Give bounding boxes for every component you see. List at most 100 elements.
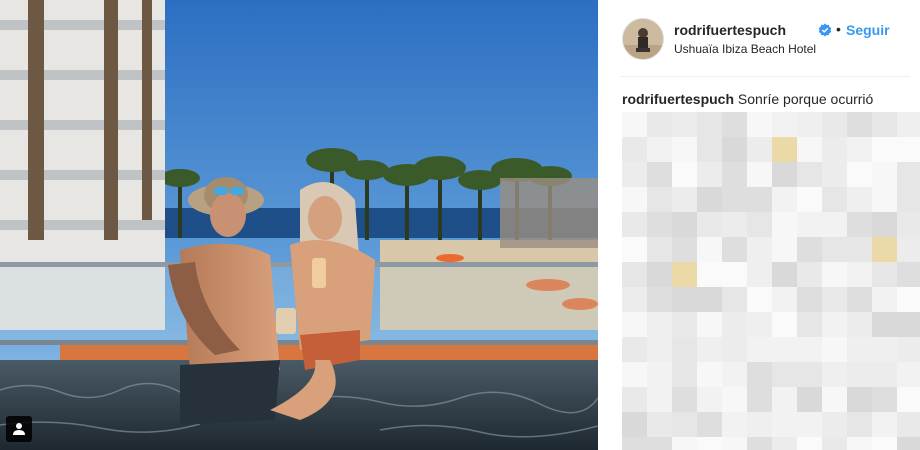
blur-cell — [797, 387, 822, 412]
blur-cell — [847, 212, 872, 237]
blur-cell — [747, 337, 772, 362]
blur-cell — [747, 312, 772, 337]
blur-cell — [872, 337, 897, 362]
blur-cell — [872, 437, 897, 450]
blur-cell — [747, 137, 772, 162]
post-caption: rodrifuertespuch Sonríe porque ocurrió — [622, 91, 873, 107]
avatar[interactable] — [622, 18, 664, 60]
blur-cell — [772, 212, 797, 237]
blur-cell — [872, 387, 897, 412]
blur-cell — [722, 362, 747, 387]
blur-cell — [647, 187, 672, 212]
blur-cell — [622, 162, 647, 187]
follow-button[interactable]: Seguir — [846, 22, 890, 38]
pixelated-comments-area — [622, 112, 920, 450]
blur-cell — [847, 162, 872, 187]
separator-dot: • — [836, 21, 841, 37]
blur-cell — [897, 262, 920, 287]
blur-cell — [672, 187, 697, 212]
blur-cell — [797, 137, 822, 162]
blur-cell — [722, 387, 747, 412]
blur-cell — [697, 287, 722, 312]
blur-cell — [797, 112, 822, 137]
blur-cell — [647, 412, 672, 437]
blur-cell — [797, 212, 822, 237]
blur-cell — [772, 137, 797, 162]
blur-cell — [722, 312, 747, 337]
blur-cell — [847, 362, 872, 387]
blur-cell — [722, 237, 747, 262]
blur-cell — [647, 262, 672, 287]
blur-cell — [647, 137, 672, 162]
blur-cell — [797, 162, 822, 187]
blur-cell — [897, 137, 920, 162]
blur-cell — [672, 162, 697, 187]
blur-cell — [897, 212, 920, 237]
blur-cell — [822, 137, 847, 162]
blur-cell — [722, 212, 747, 237]
blur-cell — [822, 212, 847, 237]
blur-cell — [772, 312, 797, 337]
blur-cell — [822, 162, 847, 187]
blur-cell — [672, 137, 697, 162]
blur-cell — [672, 112, 697, 137]
blur-cell — [722, 262, 747, 287]
blur-cell — [797, 362, 822, 387]
blur-cell — [747, 387, 772, 412]
blur-cell — [822, 437, 847, 450]
blur-cell — [672, 337, 697, 362]
blur-cell — [622, 212, 647, 237]
blur-cell — [672, 437, 697, 450]
blur-cell — [647, 437, 672, 450]
blur-cell — [847, 287, 872, 312]
blur-cell — [847, 237, 872, 262]
blur-cell — [897, 237, 920, 262]
blur-cell — [722, 187, 747, 212]
blur-cell — [897, 112, 920, 137]
blur-cell — [897, 162, 920, 187]
blur-cell — [872, 187, 897, 212]
blur-cell — [772, 237, 797, 262]
blur-cell — [747, 187, 772, 212]
blur-cell — [822, 362, 847, 387]
blur-cell — [622, 262, 647, 287]
blur-cell — [647, 387, 672, 412]
header-username[interactable]: rodrifuertespuch — [674, 22, 786, 38]
blur-cell — [622, 287, 647, 312]
blur-cell — [622, 312, 647, 337]
blur-cell — [697, 112, 722, 137]
user-tag-button[interactable] — [6, 416, 32, 442]
blur-cell — [622, 137, 647, 162]
location-link[interactable]: Ushuaïa Ibiza Beach Hotel — [674, 42, 816, 56]
blur-cell — [872, 312, 897, 337]
post-side-panel: rodrifuertespuch • Seguir Ushuaïa Ibiza … — [598, 0, 920, 450]
blur-cell — [822, 237, 847, 262]
blur-cell — [722, 162, 747, 187]
blur-cell — [747, 412, 772, 437]
header-divider — [620, 76, 910, 77]
blur-cell — [747, 162, 772, 187]
post-photo[interactable] — [0, 0, 598, 450]
blur-cell — [797, 412, 822, 437]
blur-cell — [797, 237, 822, 262]
caption-text: Sonríe porque ocurrió — [737, 91, 874, 107]
blur-cell — [797, 187, 822, 212]
blur-cell — [897, 312, 920, 337]
blur-cell — [697, 362, 722, 387]
blur-cell — [897, 187, 920, 212]
blur-cell — [772, 437, 797, 450]
blur-cell — [872, 162, 897, 187]
caption-username[interactable]: rodrifuertespuch — [622, 91, 734, 107]
blur-cell — [722, 437, 747, 450]
blur-cell — [747, 362, 772, 387]
blur-cell — [772, 187, 797, 212]
blur-cell — [897, 437, 920, 450]
blur-cell — [672, 262, 697, 287]
blur-cell — [822, 112, 847, 137]
blur-cell — [622, 187, 647, 212]
blur-cell — [747, 437, 772, 450]
blur-cell — [772, 362, 797, 387]
blur-cell — [672, 387, 697, 412]
blur-cell — [897, 387, 920, 412]
blur-cell — [697, 137, 722, 162]
